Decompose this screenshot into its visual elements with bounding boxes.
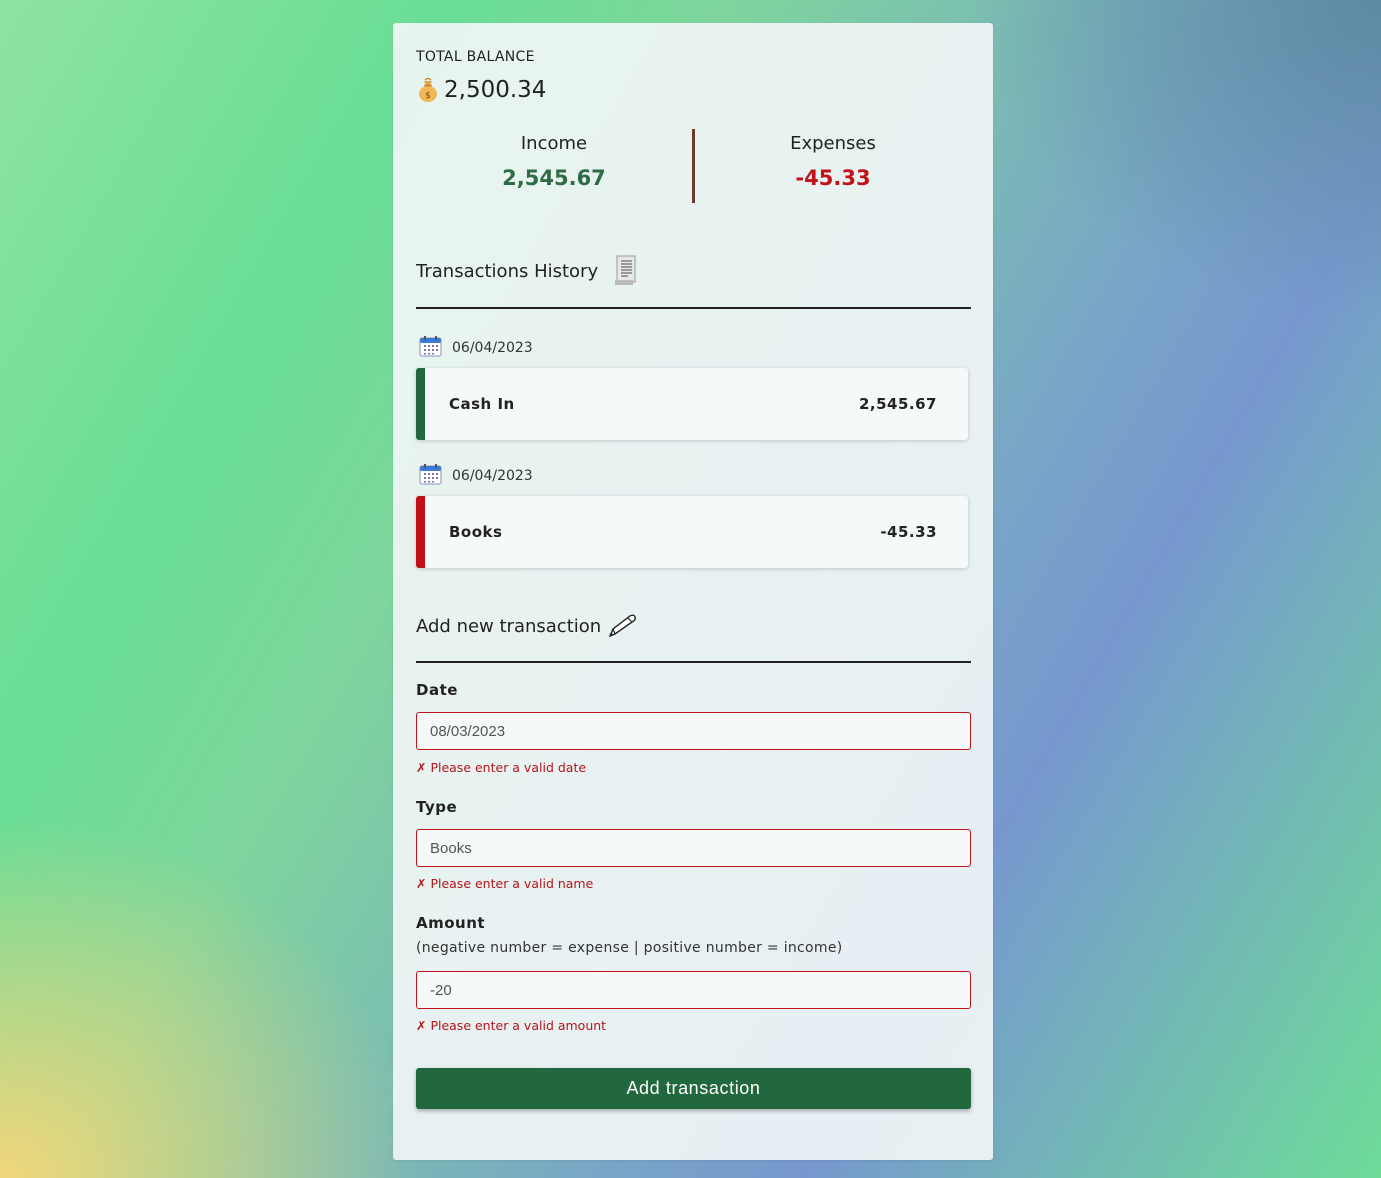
history-title: Transactions History [416,255,638,287]
amount-hint: (negative number = expense | positive nu… [416,940,843,956]
amount-input[interactable] [416,971,971,1009]
svg-text:$: $ [425,91,431,101]
balance-row: $ 2,500.34 [416,77,546,103]
income-expense-summary: Income 2,545.67 Expenses -45.33 [416,129,971,203]
amount-field-label: Amount [416,914,486,932]
income-label: Income [520,133,588,154]
transaction-name: Cash In [449,395,515,413]
type-input[interactable] [416,829,971,867]
money-bag-icon: $ [416,77,440,103]
transaction-date-text: 06/04/2023 [452,468,533,484]
type-field-label: Type [416,798,458,816]
total-balance-value: 2,500.34 [444,77,547,103]
history-divider [416,307,971,309]
expenses-column: Expenses -45.33 [695,129,971,203]
transaction-amount: -45.33 [880,523,937,541]
transaction-item[interactable]: Books -45.33 [416,496,968,568]
date-error: ✗ Please enter a valid date [416,760,587,775]
balance-card: TOTAL BALANCE $ 2,500.34 Income 2,545.67… [393,23,993,1160]
add-transaction-title: Add new transaction [416,613,638,639]
add-transaction-title-text: Add new transaction [416,615,602,637]
add-transaction-button[interactable]: Add transaction [416,1068,971,1109]
history-title-text: Transactions History [416,260,599,282]
transaction-date-text: 06/04/2023 [452,340,533,356]
pen-icon [606,613,638,639]
add-transaction-divider [416,661,971,663]
income-column: Income 2,545.67 [416,129,692,203]
date-field-label: Date [416,681,458,699]
amount-error: ✗ Please enter a valid amount [416,1018,607,1033]
calendar-icon [419,463,442,489]
income-value: 2,545.67 [502,166,606,190]
transaction-amount: 2,545.67 [858,395,937,413]
transaction-item[interactable]: Cash In 2,545.67 [416,368,968,440]
receipt-icon [612,255,638,287]
date-input[interactable] [416,712,971,750]
total-balance-label: TOTAL BALANCE [416,49,535,65]
calendar-icon [419,335,442,361]
expenses-value: -45.33 [795,166,871,190]
expenses-label: Expenses [790,133,876,154]
type-error: ✗ Please enter a valid name [416,876,594,891]
transaction-name: Books [449,523,503,541]
transaction-date: 06/04/2023 [419,463,533,489]
transaction-date: 06/04/2023 [419,335,533,361]
